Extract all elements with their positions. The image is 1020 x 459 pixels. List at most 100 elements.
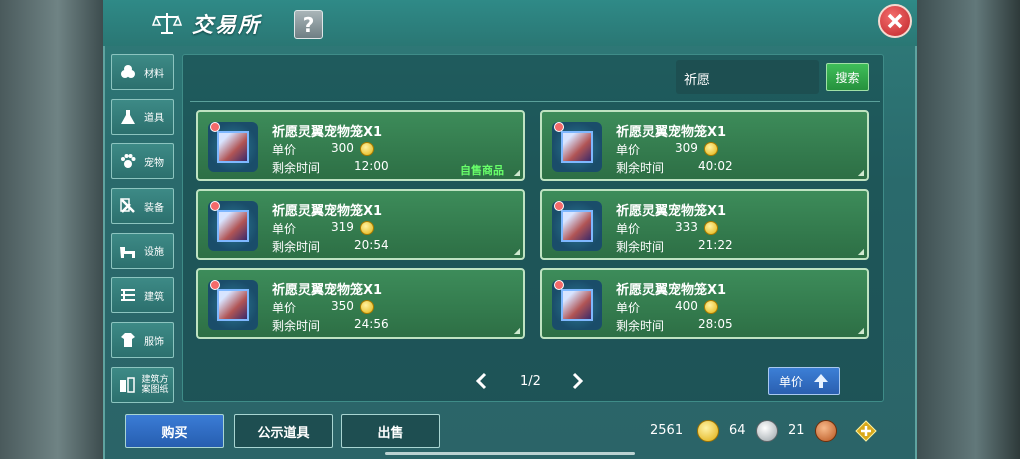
- own-listing-tag: 自售商品: [460, 164, 504, 177]
- gold-coin-icon: [360, 300, 374, 314]
- sidebar-item-label: 建筑: [144, 291, 164, 303]
- gold-amount: 2561: [650, 423, 684, 438]
- time-value: 12:00: [354, 159, 389, 173]
- sidebar-item-label: 服饰: [144, 336, 164, 348]
- silver-coin-icon: [756, 420, 778, 442]
- corner-ornament-icon: ◢: [857, 326, 864, 335]
- sidebar-item-label: 装备: [144, 202, 164, 214]
- sidebar-item-equipment[interactable]: 装备: [111, 188, 174, 225]
- corner-ornament-icon: ◢: [513, 326, 520, 335]
- next-page-button[interactable]: [572, 372, 586, 392]
- badge-dot: [554, 280, 564, 290]
- building-icon: [118, 285, 138, 305]
- corner-ornament-icon: ◢: [513, 168, 520, 177]
- sidebar-item-materials[interactable]: 材料: [111, 54, 174, 90]
- gold-coin-icon: [704, 221, 718, 235]
- sidebar-item-clothing[interactable]: 服饰: [111, 322, 174, 359]
- equipment-icon: [118, 196, 138, 216]
- time-label: 剩余时间: [616, 240, 665, 254]
- search-input[interactable]: 祈愿: [676, 60, 819, 94]
- time-label: 剩余时间: [272, 161, 321, 175]
- price-value: 333: [675, 220, 698, 234]
- page-title: 交易所: [192, 13, 261, 37]
- time-value: 28:05: [698, 317, 733, 331]
- listing-card[interactable]: 祈愿灵翼宠物笼X1 单价 400 剩余时间 28:05 ◢: [540, 268, 869, 339]
- sidebar-item-label: 设施: [144, 247, 164, 259]
- gold-coin-icon: [360, 142, 374, 156]
- badge-dot: [554, 201, 564, 211]
- time-value: 40:02: [698, 159, 733, 173]
- gold-coin-icon: [704, 300, 718, 314]
- help-button[interactable]: ?: [294, 10, 323, 39]
- listing-card[interactable]: 祈愿灵翼宠物笼X1 单价 300 剩余时间 12:00 自售商品 ◢: [196, 110, 525, 181]
- item-name: 祈愿灵翼宠物笼X1: [272, 125, 383, 140]
- corner-ornament-icon: ◢: [857, 168, 864, 177]
- time-value: 21:22: [698, 238, 733, 252]
- add-currency-button[interactable]: [855, 420, 877, 442]
- badge-dot: [210, 201, 220, 211]
- search-button[interactable]: 搜索: [826, 63, 869, 91]
- close-icon: [887, 13, 903, 29]
- gold-coin-icon: [360, 221, 374, 235]
- price-value: 300: [331, 141, 354, 155]
- sidebar-item-label: 宠物: [144, 157, 164, 169]
- item-name: 祈愿灵翼宠物笼X1: [616, 125, 727, 140]
- corner-ornament-icon: ◢: [513, 247, 520, 256]
- buy-tab[interactable]: 购买: [125, 414, 224, 448]
- gold-coin-icon: [704, 142, 718, 156]
- price-value: 319: [331, 220, 354, 234]
- badge-dot: [554, 122, 564, 132]
- sidebar-item-label: 道具: [144, 113, 164, 125]
- showcase-tab[interactable]: 公示道具: [234, 414, 333, 448]
- sidebar-item-label: 材料: [144, 68, 164, 80]
- close-button[interactable]: [878, 4, 912, 38]
- price-label: 单价: [272, 143, 297, 157]
- time-label: 剩余时间: [616, 161, 665, 175]
- price-label: 单价: [616, 222, 641, 236]
- blueprint-icon: [118, 375, 136, 395]
- copper-amount: 21: [788, 423, 805, 438]
- sidebar-item-facilities[interactable]: 设施: [111, 232, 174, 269]
- scales-icon: [150, 8, 184, 38]
- sort-label: 单价: [778, 374, 803, 389]
- listing-card[interactable]: 祈愿灵翼宠物笼X1 单价 319 剩余时间 20:54 ◢: [196, 189, 525, 260]
- listing-card[interactable]: 祈愿灵翼宠物笼X1 单价 333 剩余时间 21:22 ◢: [540, 189, 869, 260]
- sidebar-item-label: 建筑方案图纸: [141, 374, 169, 395]
- page-indicator: 1/2: [520, 374, 541, 389]
- category-sidebar: 材料 道具 宠物 装备 设施 建筑 服饰 建筑方案图纸: [111, 54, 174, 412]
- sidebar-item-pets[interactable]: 宠物: [111, 143, 174, 180]
- item-name: 祈愿灵翼宠物笼X1: [272, 283, 383, 298]
- sell-tab[interactable]: 出售: [341, 414, 440, 448]
- background-right: [910, 0, 1020, 459]
- flask-icon: [118, 107, 138, 127]
- background-left: [0, 0, 105, 459]
- sidebar-item-props[interactable]: 道具: [111, 98, 174, 135]
- sidebar-item-buildings[interactable]: 建筑: [111, 277, 174, 314]
- time-value: 24:56: [354, 317, 389, 331]
- price-label: 单价: [272, 222, 297, 236]
- materials-icon: [118, 62, 138, 82]
- listing-card[interactable]: 祈愿灵翼宠物笼X1 单价 350 剩余时间 24:56 ◢: [196, 268, 525, 339]
- listing-card[interactable]: 祈愿灵翼宠物笼X1 单价 309 剩余时间 40:02 ◢: [540, 110, 869, 181]
- sidebar-item-blueprints[interactable]: 建筑方案图纸: [111, 366, 174, 403]
- item-name: 祈愿灵翼宠物笼X1: [616, 204, 727, 219]
- badge-dot: [210, 280, 220, 290]
- item-name: 祈愿灵翼宠物笼X1: [616, 283, 727, 298]
- copper-coin-icon: [815, 420, 837, 442]
- item-name: 祈愿灵翼宠物笼X1: [272, 204, 383, 219]
- silver-amount: 64: [729, 423, 746, 438]
- divider: [190, 101, 880, 102]
- gold-coin-icon: [697, 420, 719, 442]
- corner-ornament-icon: ◢: [857, 247, 864, 256]
- chevron-left-icon: [475, 372, 487, 390]
- time-label: 剩余时间: [272, 240, 321, 254]
- prev-page-button[interactable]: [475, 372, 489, 392]
- sort-by-price-button[interactable]: 单价: [768, 367, 840, 395]
- price-value: 309: [675, 141, 698, 155]
- badge-dot: [210, 122, 220, 132]
- time-label: 剩余时间: [272, 319, 321, 333]
- price-label: 单价: [616, 143, 641, 157]
- time-label: 剩余时间: [616, 319, 665, 333]
- paw-icon: [118, 151, 138, 171]
- home-indicator: [385, 452, 635, 455]
